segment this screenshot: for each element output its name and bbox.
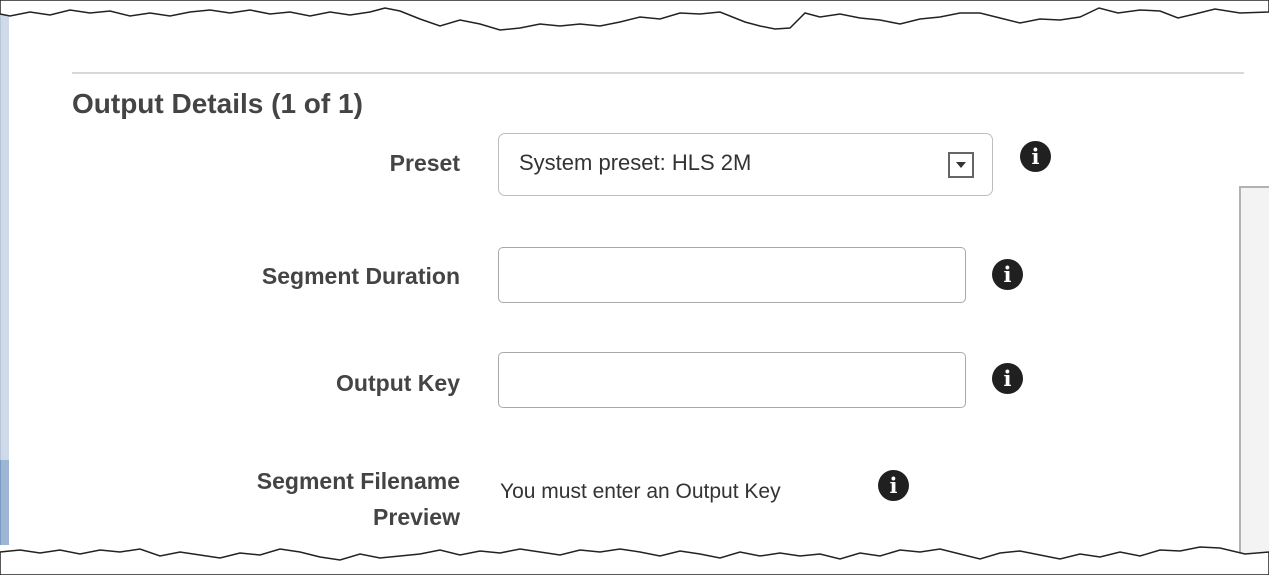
segment-filename-preview-label-line2: Preview (373, 504, 460, 530)
chevron-down-icon[interactable] (948, 152, 974, 178)
segment-filename-preview-text: You must enter an Output Key (500, 480, 781, 503)
scrollbar[interactable] (1239, 186, 1269, 556)
output-key-label: Output Key (336, 370, 460, 396)
info-icon[interactable]: i (992, 363, 1023, 394)
info-icon[interactable]: i (1020, 141, 1051, 172)
panel-left-border-active (0, 460, 9, 545)
torn-edge-top (0, 0, 1269, 31)
info-icon[interactable]: i (878, 470, 909, 501)
panel-left-border (0, 10, 9, 460)
preset-select[interactable]: System preset: HLS 2M (498, 133, 993, 196)
preset-label: Preset (389, 150, 460, 176)
section-title: Output Details (1 of 1) (72, 88, 363, 119)
info-icon[interactable]: i (992, 259, 1023, 290)
segment-filename-preview-label: Segment Filename (256, 468, 460, 494)
preset-select-value: System preset: HLS 2M (519, 150, 752, 175)
torn-edge-bottom (0, 546, 1269, 575)
section-divider (72, 72, 1244, 74)
segment-duration-label: Segment Duration (261, 263, 460, 289)
segment-duration-input[interactable] (498, 247, 966, 303)
output-key-input[interactable] (498, 352, 966, 408)
output-details-panel: Output Details (1 of 1) Preset System pr… (0, 0, 1269, 575)
